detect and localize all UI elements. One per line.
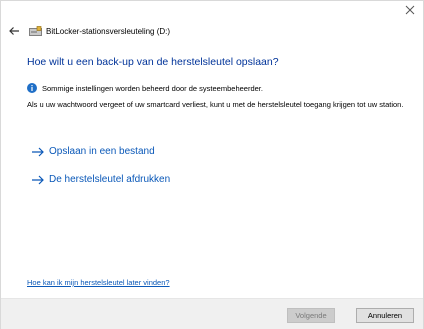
back-arrow-icon <box>9 27 19 35</box>
close-icon <box>405 5 415 15</box>
print-key-option[interactable]: De herstelsleutel afdrukken <box>31 174 170 185</box>
right-arrow-icon <box>32 175 44 184</box>
next-button[interactable]: Volgende <box>287 308 335 323</box>
button-bar: Volgende Annuleren <box>1 298 423 329</box>
admin-info-notice: Sommige instellingen worden beheerd door… <box>27 83 263 93</box>
description-text: Als u uw wachtwoord vergeet of uw smartc… <box>27 100 404 109</box>
window-title: BitLocker-stationsversleuteling (D:) <box>46 26 171 36</box>
info-text: Sommige instellingen worden beheerd door… <box>42 83 263 93</box>
save-to-file-label: Opslaan in een bestand <box>49 146 155 157</box>
save-to-file-option[interactable]: Opslaan in een bestand <box>31 146 155 157</box>
title-bar: BitLocker-stationsversleuteling (D:) <box>7 23 170 39</box>
info-icon <box>27 83 37 93</box>
back-button[interactable] <box>7 24 21 38</box>
print-key-label: De herstelsleutel afdrukken <box>49 174 171 185</box>
cancel-button[interactable]: Annuleren <box>356 308 414 323</box>
drive-icon <box>29 25 42 36</box>
page-heading: Hoe wilt u een back-up van de herstelsle… <box>27 56 279 68</box>
find-key-later-link[interactable]: Hoe kan ik mijn herstelsleutel later vin… <box>27 278 170 287</box>
bitlocker-dialog: BitLocker-stationsversleuteling (D:) Hoe… <box>0 0 424 329</box>
close-button[interactable] <box>403 3 417 17</box>
right-arrow-icon <box>32 147 44 156</box>
